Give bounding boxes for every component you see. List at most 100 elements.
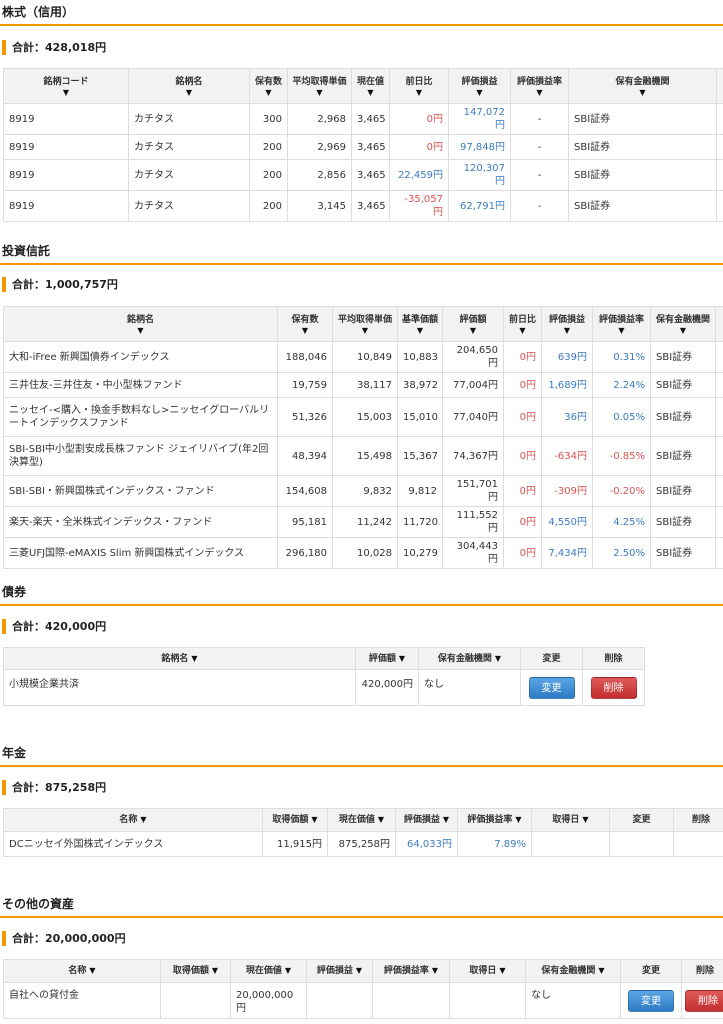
cell-code: 8919 <box>3 159 129 191</box>
cell-value: 77,004円 <box>442 372 504 398</box>
col-value-header[interactable]: 評価額 ▼ <box>442 306 504 342</box>
cell-nav: 10,279 <box>397 537 443 569</box>
col-name-header[interactable]: 銘柄名 ▼ <box>3 647 356 670</box>
col-gain-header[interactable]: 評価損益 ▼ <box>541 306 593 342</box>
col-price-header[interactable]: 現在値 ▼ <box>351 68 390 104</box>
col-extra-header <box>715 306 723 342</box>
triangle-down-icon: ▼ <box>191 653 198 663</box>
triangle-down-icon: ▼ <box>398 653 406 663</box>
col-change-header[interactable]: 前日比 ▼ <box>389 68 449 104</box>
cell-name: ニッセイ-<購入・換金手数料なし>ニッセイグローバルリートインデックスファンド <box>3 397 278 437</box>
triangle-down-icon: ▼ <box>361 325 369 335</box>
triangle-down-icon: ▼ <box>499 966 506 975</box>
cell-value: 875,258円 <box>327 831 396 857</box>
cell-value: 151,701円 <box>442 475 504 507</box>
col-code-header[interactable]: 銘柄コード ▼ <box>3 68 129 104</box>
col-date-header[interactable]: 取得日 ▼ <box>449 959 526 983</box>
col-rate-header[interactable]: 評価損益率 ▼ <box>510 68 569 104</box>
cell-value: 74,367円 <box>442 436 504 476</box>
cell-edit: 変更 <box>620 982 682 1019</box>
cell-nav: 10,883 <box>397 341 443 373</box>
triangle-down-icon: ▼ <box>469 325 477 335</box>
cell-gain <box>306 982 373 1019</box>
col-qty-header[interactable]: 保有数 ▼ <box>249 68 288 104</box>
table-row: DCニッセイ外国株式インデックス 11,915円 875,258円 64,033… <box>3 831 723 857</box>
col-institution-header[interactable]: 保有金融機関 ▼ <box>568 68 717 104</box>
col-rate-header[interactable]: 評価損益率 ▼ <box>457 808 532 832</box>
col-nav-header[interactable]: 基準価額 ▼ <box>397 306 443 342</box>
col-date-header[interactable]: 取得日 ▼ <box>531 808 610 832</box>
triangle-down-icon: ▼ <box>316 87 323 97</box>
cell-change: 0円 <box>389 134 449 160</box>
cell-change: 0円 <box>503 506 542 538</box>
cell-rate: - <box>510 103 569 135</box>
col-institution-header[interactable]: 保有金融機関 ▼ <box>525 959 621 983</box>
cell-gain: 62,791円 <box>448 190 511 222</box>
col-gain-header[interactable]: 評価損益 ▼ <box>448 68 511 104</box>
cell-rate: -0.20% <box>592 475 651 507</box>
col-value-header[interactable]: 現在価値 ▼ <box>327 808 396 832</box>
cell-gain: 120,307円 <box>448 159 511 191</box>
col-cost-header[interactable]: 取得価額 ▼ <box>262 808 328 832</box>
stocks-section-title: 株式（信用） <box>0 4 723 26</box>
cell-qty: 200 <box>249 159 288 191</box>
cell-qty: 48,394 <box>277 436 333 476</box>
col-gain-header[interactable]: 評価損益 ▼ <box>395 808 458 832</box>
table-row: 自社への貸付金 20,000,000円 なし 変更 削除 <box>3 982 723 1019</box>
cell-nav: 9,812 <box>397 475 443 507</box>
cell-name: カチタス <box>128 134 250 160</box>
col-edit-header: 変更 <box>620 959 682 983</box>
triangle-down-icon: ▼ <box>301 325 309 335</box>
cell-extra <box>715 537 723 569</box>
col-rate-header[interactable]: 評価損益率 ▼ <box>372 959 450 983</box>
cell-extra <box>715 341 723 373</box>
triangle-down-icon: ▼ <box>515 815 522 824</box>
col-name-header[interactable]: 名称 ▼ <box>3 959 161 983</box>
col-qty-header[interactable]: 保有数 ▼ <box>277 306 333 342</box>
cell-edit: 変更 <box>520 669 583 706</box>
triangle-down-icon: ▼ <box>416 325 424 335</box>
cell-avg: 15,498 <box>332 436 398 476</box>
cell-avg: 10,849 <box>332 341 398 373</box>
triangle-down-icon: ▼ <box>519 325 526 335</box>
cell-name: SBI-SBI中小型割安成長株ファンド ジェイリバイブ(年2回決算型) <box>3 436 278 476</box>
col-institution-header[interactable]: 保有金融機関 ▼ <box>418 647 521 670</box>
edit-button[interactable]: 変更 <box>528 676 575 699</box>
cell-rate: 4.25% <box>592 506 651 538</box>
cell-qty: 296,180 <box>277 537 333 569</box>
col-delete-header: 削除 <box>582 647 645 670</box>
delete-button[interactable]: 削除 <box>590 676 637 699</box>
col-rate-header[interactable]: 評価損益率 ▼ <box>592 306 651 342</box>
col-name-header[interactable]: 銘柄名 ▼ <box>3 306 278 342</box>
col-value-header[interactable]: 評価額 ▼ <box>355 647 419 670</box>
cell-qty: 19,759 <box>277 372 333 398</box>
triangle-down-icon: ▼ <box>431 966 439 975</box>
col-cost-header[interactable]: 取得価額 ▼ <box>160 959 231 983</box>
delete-button[interactable]: 削除 <box>685 989 723 1012</box>
funds-header-row: 銘柄名 ▼ 保有数 ▼ 平均取得単価 ▼ 基準価額 ▼ 評価額 ▼ 前日比 ▼ 評価損益 ▼ … <box>3 306 723 342</box>
cell-extra <box>715 506 723 538</box>
col-name-header[interactable]: 名称 ▼ <box>3 808 263 832</box>
col-avg-header[interactable]: 平均取得単価 ▼ <box>332 306 398 342</box>
col-value-header[interactable]: 現在価値 ▼ <box>230 959 307 983</box>
cell-institution: SBI証券 <box>650 341 716 373</box>
cell-institution: SBI証券 <box>568 159 717 191</box>
edit-button[interactable]: 変更 <box>628 989 674 1012</box>
col-name-header[interactable]: 銘柄名 ▼ <box>128 68 250 104</box>
col-avg-header[interactable]: 平均取得単価 ▼ <box>287 68 352 104</box>
table-row: 8919 カチタス 200 2,856 3,465 22,459円 120,30… <box>3 159 723 191</box>
cell-nav: 15,367 <box>397 436 443 476</box>
triangle-down-icon: ▼ <box>476 87 483 97</box>
cell-extra <box>715 436 723 476</box>
col-change-header[interactable]: 前日比 ▼ <box>503 306 542 342</box>
col-gain-header[interactable]: 評価損益 ▼ <box>306 959 373 983</box>
table-row: 8919 カチタス 300 2,968 3,465 0円 147,072円 - … <box>3 103 723 135</box>
cell-institution: SBI証券 <box>650 537 716 569</box>
cell-nav: 15,010 <box>397 397 443 437</box>
cell-institution: SBI証券 <box>650 372 716 398</box>
col-institution-header[interactable]: 保有金融機関 ▼ <box>650 306 716 342</box>
cell-change: 0円 <box>503 341 542 373</box>
cell-name: カチタス <box>128 190 250 222</box>
col-delete-header: 削除 <box>681 959 723 983</box>
table-row: 三井住友-三井住友・中小型株ファンド 19,759 38,117 38,972 … <box>3 372 723 398</box>
